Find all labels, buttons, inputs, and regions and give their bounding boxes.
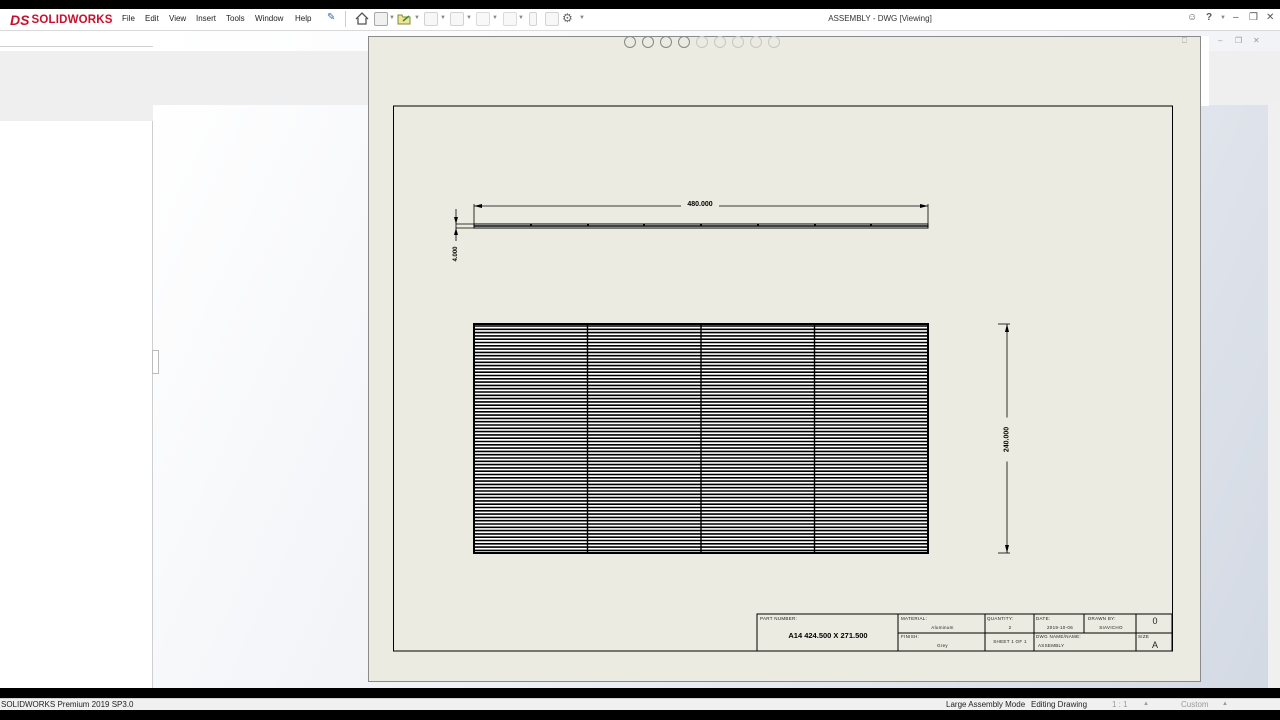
- rebuild-icon[interactable]: [529, 12, 537, 26]
- part-number-label: PART NUMBER:: [760, 616, 798, 621]
- unit-system-status[interactable]: Custom: [1181, 700, 1209, 709]
- help-dropdown-caret[interactable]: ▼: [1220, 15, 1226, 21]
- tabs-divider: [0, 46, 153, 47]
- select-dropdown-caret[interactable]: ▼: [518, 15, 524, 21]
- document-title: ASSEMBLY - DWG [Viewing]: [828, 14, 932, 23]
- minimize-window-icon[interactable]: –: [1233, 12, 1239, 23]
- toolbar-divider: [345, 11, 346, 27]
- drawn-by-label: DRAWN BY:: [1088, 616, 1116, 621]
- drawing-name-value: ASSEMBLY: [1038, 643, 1065, 648]
- units-dropdown-caret[interactable]: ▲: [1222, 701, 1228, 707]
- close-window-icon[interactable]: ✕: [1266, 12, 1274, 23]
- finish-value: Grey: [937, 643, 948, 648]
- sheet-close-icon[interactable]: ✕: [1253, 36, 1260, 45]
- panel-front-view: [473, 323, 929, 554]
- menu-insert[interactable]: Insert: [196, 14, 216, 23]
- home-icon[interactable]: [355, 12, 369, 25]
- help-icon[interactable]: ?: [1206, 12, 1212, 23]
- new-dropdown-caret[interactable]: ▼: [389, 15, 395, 21]
- feature-manager-tabs: [0, 31, 153, 51]
- size-value: A: [1151, 640, 1158, 650]
- task-pane-strip[interactable]: [1268, 100, 1280, 688]
- size-label: SIZE: [1138, 634, 1150, 639]
- menu-file[interactable]: File: [122, 14, 135, 23]
- sheet-minimize-icon[interactable]: –: [1218, 36, 1222, 45]
- app-name: SOLIDWORKS: [31, 14, 113, 26]
- material-label: MATERIAL:: [901, 616, 928, 621]
- title-bar: [0, 9, 1280, 31]
- open-folder-icon[interactable]: [397, 12, 412, 25]
- restore-window-icon[interactable]: ❐: [1249, 12, 1258, 23]
- top-view: [454, 204, 929, 241]
- height-dimension-text[interactable]: 240.000: [1003, 417, 1011, 462]
- undo-dropdown-caret[interactable]: ▼: [492, 15, 498, 21]
- solidworks-logo[interactable]: DS SOLIDWORKS: [10, 10, 113, 30]
- menu-tools[interactable]: Tools: [226, 14, 245, 23]
- drawing-canvas: [393, 105, 1173, 652]
- large-assembly-status: Large Assembly Mode: [946, 700, 1026, 709]
- print-icon[interactable]: [450, 12, 464, 26]
- panel-separator: [152, 121, 153, 688]
- thickness-dimension-text[interactable]: 4.000: [453, 235, 459, 273]
- pin-icon[interactable]: ✎: [327, 12, 335, 23]
- open-dropdown-caret[interactable]: ▼: [414, 15, 420, 21]
- undo-icon[interactable]: [476, 12, 490, 26]
- ds-logo-mark: DS: [10, 12, 30, 28]
- select-icon[interactable]: [503, 12, 517, 26]
- sheet-window-edge: [1201, 36, 1209, 106]
- options-gear-icon[interactable]: ⚙: [562, 11, 573, 25]
- options-dropdown-caret[interactable]: ▼: [579, 15, 585, 21]
- bottom-edge: [0, 710, 1280, 720]
- user-account-icon[interactable]: ☺: [1187, 12, 1197, 23]
- quantity-label: QUANTITY:: [987, 616, 1014, 621]
- material-value: Aluminum: [931, 625, 954, 630]
- quantity-value: 2: [1008, 625, 1012, 630]
- new-document-icon[interactable]: [374, 12, 388, 26]
- panel-collapse-handle[interactable]: [152, 350, 159, 374]
- date-label: DATE:: [1036, 616, 1051, 621]
- menu-help[interactable]: Help: [295, 14, 311, 23]
- date-value: 2019-10-06: [1046, 625, 1074, 630]
- drawing-name-label: DWG NAME/NAME:: [1036, 634, 1081, 639]
- menu-window[interactable]: Window: [255, 14, 283, 23]
- part-number-value: A14 424.500 X 271.500: [788, 631, 868, 640]
- sheet-restore-icon[interactable]: ❐: [1235, 36, 1242, 45]
- sheet-scale-status[interactable]: 1 : 1: [1112, 700, 1128, 709]
- width-dimension-text[interactable]: 480.000: [681, 201, 719, 208]
- menu-edit[interactable]: Edit: [145, 14, 159, 23]
- menu-view[interactable]: View: [169, 14, 186, 23]
- file-properties-icon[interactable]: [545, 12, 559, 26]
- feature-manager-panel[interactable]: [0, 121, 153, 688]
- print-dropdown-caret[interactable]: ▼: [466, 15, 472, 21]
- save-dropdown-caret[interactable]: ▼: [440, 15, 446, 21]
- save-icon[interactable]: [424, 12, 438, 26]
- drawn-by-value: SIAVICHO: [1099, 625, 1123, 630]
- feature-manager-header: [0, 105, 153, 121]
- scale-dropdown-caret[interactable]: ▲: [1143, 701, 1149, 707]
- revision-value: 0: [1152, 616, 1158, 626]
- sheet-number: SHEET 1 OF 1: [993, 639, 1027, 644]
- editing-mode-status: Editing Drawing: [1031, 700, 1088, 709]
- product-version-text: SOLIDWORKS Premium 2019 SP3.0: [1, 700, 134, 709]
- finish-label: FINISH:: [901, 634, 920, 639]
